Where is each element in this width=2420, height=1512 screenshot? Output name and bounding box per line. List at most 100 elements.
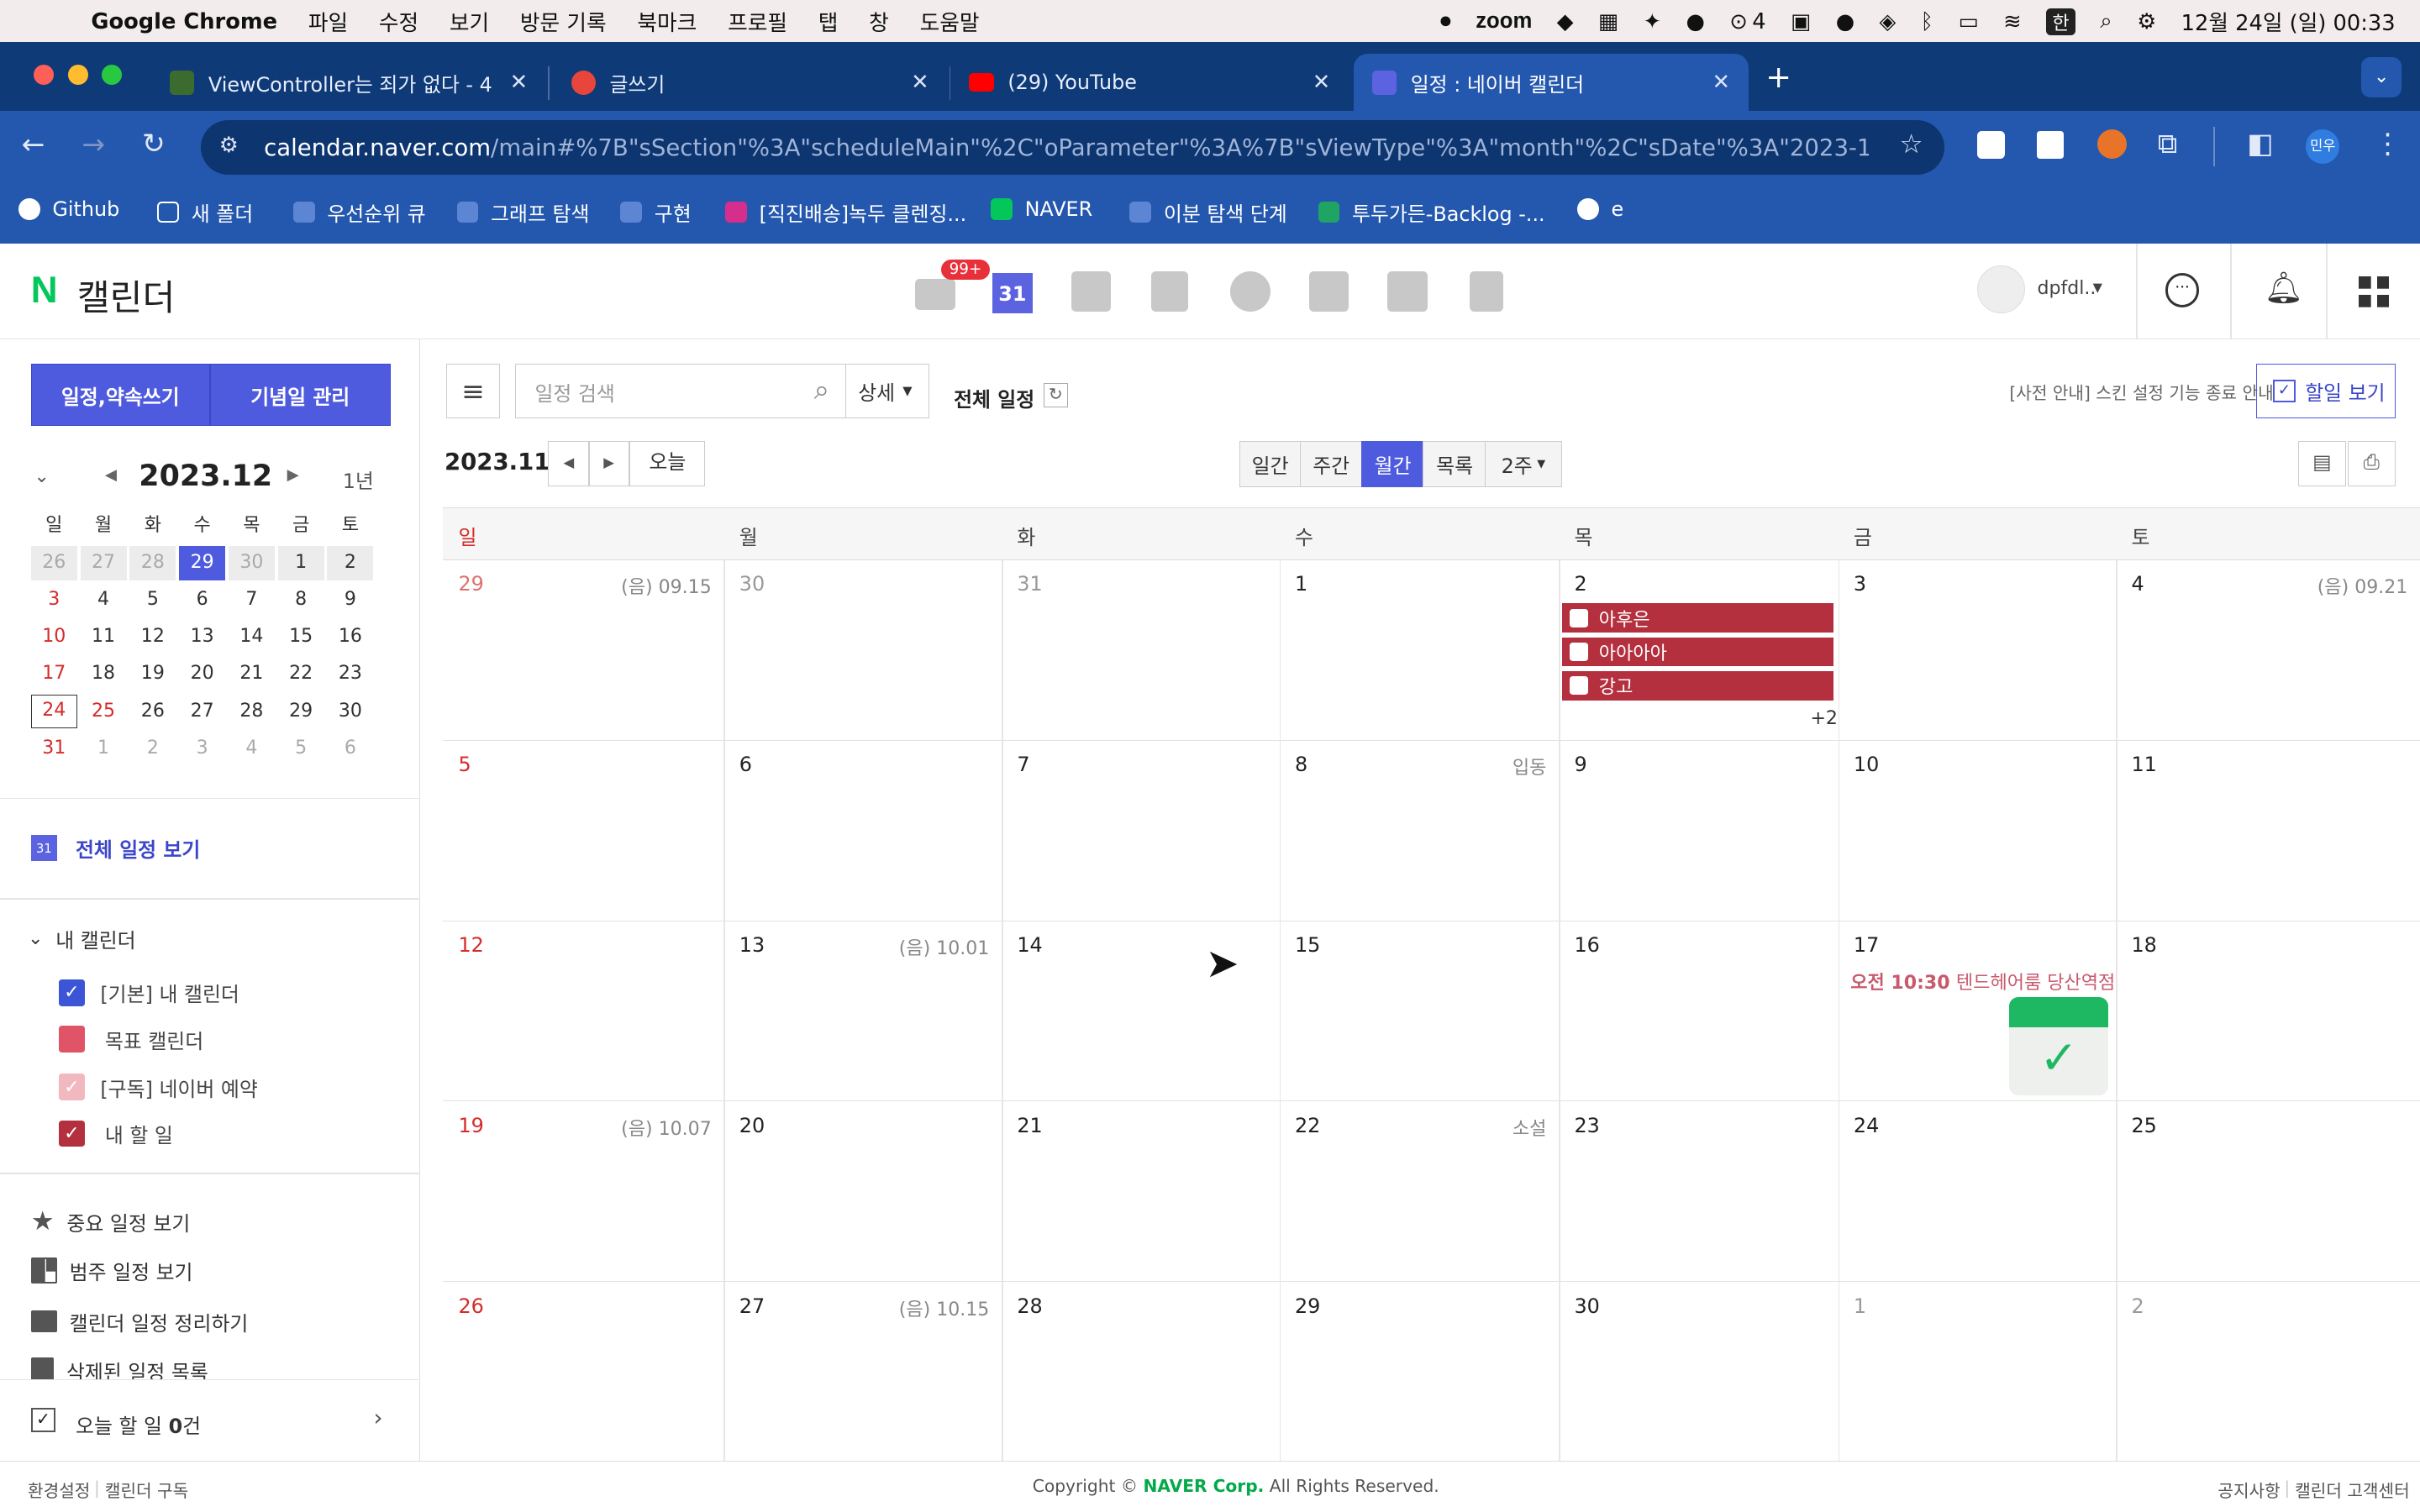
user-dropdown-icon[interactable]: ▼ xyxy=(2093,281,2102,295)
mini-day[interactable]: 6 xyxy=(327,732,373,765)
menubar-help[interactable]: 도움말 xyxy=(920,6,980,37)
day-cell[interactable]: 15 xyxy=(1280,921,1559,1102)
detail-search-dropdown[interactable]: 상세 ▼ xyxy=(845,364,929,418)
menubar-app-name[interactable]: Google Chrome xyxy=(91,9,277,34)
memo-list-icon[interactable] xyxy=(1071,271,1112,312)
mini-day[interactable]: 28 xyxy=(129,546,176,580)
timed-event[interactable]: 오전 10:30 텐드헤어룸 당산역점 xyxy=(1850,968,2115,995)
tab-search-icon[interactable]: ⌄ xyxy=(2361,56,2402,97)
todo-view-button[interactable]: ✓ 할일 보기 xyxy=(2256,364,2396,418)
checkbox-checked-icon[interactable]: ✓ xyxy=(58,979,85,1006)
day-cell[interactable]: 28 xyxy=(1002,1282,1280,1462)
support-link[interactable]: 캘린더 고객센터 xyxy=(2295,1478,2409,1502)
calendar-check-icon[interactable]: ✓ xyxy=(2009,996,2108,1096)
calendar-service-icon[interactable]: 31 xyxy=(992,273,1033,313)
todo-event[interactable]: 강고 xyxy=(1561,670,1833,701)
day-cell[interactable]: 18 xyxy=(2116,921,2420,1102)
mini-day[interactable]: 21 xyxy=(229,657,275,690)
bookmark-item[interactable]: 투두가든-Backlog -... xyxy=(1318,197,1545,227)
calendar-item-default[interactable]: ✓ [기본] 내 캘린더 xyxy=(58,978,239,1007)
mini-day[interactable]: 3 xyxy=(179,732,225,765)
chrome-menu-icon[interactable]: ⋮ xyxy=(2374,127,2402,160)
bookmark-folder[interactable]: 새 폴더 xyxy=(157,197,253,227)
search-input[interactable]: 일정 검색 xyxy=(534,377,614,407)
mini-day[interactable]: 8 xyxy=(278,583,324,617)
bookmark-github[interactable]: Github xyxy=(18,197,119,221)
todo-event[interactable]: 아아아아 xyxy=(1561,637,1833,667)
menubar-view[interactable]: 보기 xyxy=(450,6,489,37)
menubar-clock[interactable]: 12월 24일 (일) 00:33 xyxy=(2181,6,2396,37)
today-todo-bar[interactable]: ✓ 오늘 할 일 0건 › xyxy=(0,1379,418,1462)
mini-day[interactable]: 3 xyxy=(31,583,77,617)
notion-icon[interactable]: ▣ xyxy=(1791,9,1811,34)
calendar-item-todo[interactable]: ✓ 내 할 일 xyxy=(58,1119,173,1148)
mini-day[interactable]: 29 xyxy=(179,546,226,580)
chevron-right-icon[interactable]: › xyxy=(373,1404,382,1431)
bookmark-item[interactable]: [직진배송]녹두 클렌징... xyxy=(725,197,966,227)
mini-day[interactable]: 30 xyxy=(327,695,373,728)
mini-day[interactable]: 19 xyxy=(129,657,176,690)
window-zoom-button[interactable] xyxy=(102,65,123,85)
mini-day[interactable]: 2 xyxy=(327,546,374,580)
todo-event[interactable]: 아후은 xyxy=(1561,603,1833,633)
whale-icon[interactable]: ● xyxy=(1836,9,1854,34)
hamburger-menu-icon[interactable]: ≡ xyxy=(445,364,501,418)
spotlight-icon[interactable]: ⌕ xyxy=(2100,8,2112,34)
day-cell[interactable]: 30 xyxy=(1559,1282,1838,1462)
mini-day[interactable]: 17 xyxy=(31,657,77,690)
wifi-icon[interactable]: ≋ xyxy=(2003,9,2022,34)
event-checkbox[interactable] xyxy=(1569,608,1588,627)
important-schedule-link[interactable]: ★ 중요 일정 보기 xyxy=(31,1206,191,1236)
all-schedule-view-link[interactable]: 31 전체 일정 보기 xyxy=(30,833,200,863)
mini-day[interactable]: 5 xyxy=(129,583,176,617)
search-icon[interactable]: ⌕ xyxy=(814,373,830,407)
event-checkbox[interactable] xyxy=(1569,642,1588,662)
day-cell[interactable]: 20 xyxy=(723,1101,1002,1282)
menubar-tab[interactable]: 탭 xyxy=(818,6,839,37)
tab-close-icon[interactable]: ✕ xyxy=(911,70,929,95)
day-cell[interactable]: 31 xyxy=(1002,560,1280,741)
mybox-icon[interactable] xyxy=(1229,271,1270,312)
back-icon[interactable]: ← xyxy=(22,128,45,160)
user-avatar[interactable] xyxy=(1976,265,2025,313)
zoom-status-icon[interactable]: zoom xyxy=(1476,9,1532,34)
extension-cursor-icon[interactable] xyxy=(1976,131,2005,160)
tab-close-icon[interactable]: ✕ xyxy=(510,70,529,95)
day-cell[interactable]: 21 xyxy=(1002,1101,1280,1282)
bluetooth-icon[interactable]: ᛒ xyxy=(1921,9,1933,34)
day-cell[interactable]: 1 xyxy=(1839,1282,2117,1462)
mini-day[interactable]: 5 xyxy=(278,732,324,765)
forward-icon[interactable]: → xyxy=(82,128,105,160)
view-2week-dropdown[interactable]: 2주 ▼ xyxy=(1484,441,1562,488)
mini-day[interactable]: 4 xyxy=(81,583,127,617)
day-cell[interactable]: 4 (음) 09.21 xyxy=(2116,560,2420,741)
mini-day[interactable]: 28 xyxy=(229,695,275,728)
mini-day[interactable]: 4 xyxy=(229,732,275,765)
day-cell[interactable]: 26 xyxy=(443,1282,723,1462)
mini-day[interactable]: 26 xyxy=(30,546,77,580)
mini-day[interactable]: 27 xyxy=(179,695,225,728)
tab-close-icon[interactable]: ✕ xyxy=(1313,70,1331,95)
mini-day[interactable]: 24 xyxy=(30,694,77,728)
profile-avatar[interactable]: 민우 xyxy=(2306,129,2340,164)
mini-day[interactable]: 13 xyxy=(179,620,225,654)
browser-tab[interactable]: 글쓰기 ✕ xyxy=(550,54,948,111)
organize-schedule-link[interactable]: 캘린더 일정 정리하기 xyxy=(30,1307,248,1336)
mini-day[interactable]: 1 xyxy=(81,732,127,765)
mini-day[interactable]: 26 xyxy=(129,695,176,728)
view-day-button[interactable]: 일간 xyxy=(1239,441,1302,488)
browser-tab[interactable]: (29) YouTube ✕ xyxy=(950,54,1349,111)
mini-day[interactable]: 11 xyxy=(81,620,127,654)
mini-next-icon[interactable]: ▶ xyxy=(287,466,299,484)
reload-icon[interactable]: ↻ xyxy=(142,127,166,160)
bookmark-item[interactable]: e xyxy=(1577,197,1623,221)
calendar-logo-text[interactable]: 캘린더 xyxy=(77,270,176,321)
subscribe-link[interactable]: 캘린더 구독 xyxy=(105,1478,188,1502)
mini-day[interactable]: 18 xyxy=(81,657,127,690)
chat-icon[interactable]: ··· xyxy=(2165,273,2200,307)
menubar-edit[interactable]: 수정 xyxy=(379,6,418,37)
mini-day[interactable]: 23 xyxy=(327,657,373,690)
bookmark-item[interactable]: 이분 탐색 단계 xyxy=(1129,197,1287,227)
mini-collapse-icon[interactable]: ⌄ xyxy=(34,466,49,487)
user-name[interactable]: dpfdl.. xyxy=(2037,278,2096,299)
